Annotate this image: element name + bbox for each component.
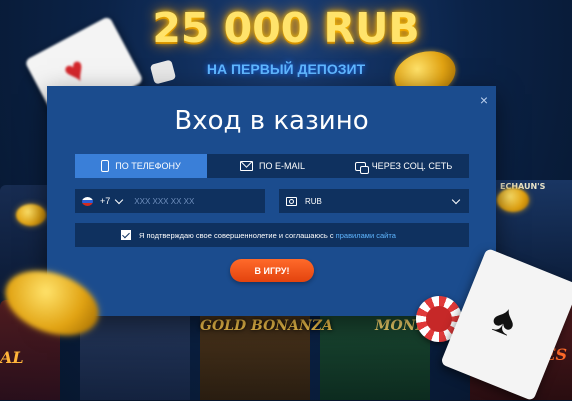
chevron-down-icon [451, 195, 461, 204]
login-modal: × Вход в казино ПО ТЕЛЕФОНУ ПО E-MAIL ЧЕ… [47, 86, 496, 316]
game-tile-title: AL [0, 348, 24, 367]
agreement-label: Я подтверждаю свое совершеннолетие и сог… [139, 230, 334, 240]
tab-email[interactable]: ПО E-MAIL [207, 154, 338, 178]
submit-button[interactable]: В ИГРУ! [230, 259, 314, 282]
chevron-down-icon[interactable] [115, 195, 124, 204]
form-row: +7 RUB [75, 189, 469, 213]
agreement-text: Я подтверждаю свое совершеннолетие и сог… [139, 231, 396, 240]
game-tile-title: GOLD BONANZA [200, 318, 333, 334]
tab-social[interactable]: ЧЕРЕЗ СОЦ. СЕТЬ [338, 154, 469, 178]
phone-icon [101, 160, 110, 172]
tab-label: ЧЕРЕЗ СОЦ. СЕТЬ [371, 161, 453, 171]
currency-icon [286, 196, 297, 206]
country-code[interactable]: +7 [100, 196, 110, 206]
currency-select[interactable]: RUB [279, 189, 469, 213]
currency-value: RUB [305, 196, 322, 206]
spade-icon: ♠ [485, 293, 524, 346]
tab-label: ПО ТЕЛЕФОНУ [115, 161, 181, 171]
rules-link[interactable]: правилами сайта [336, 231, 396, 240]
chat-icon [354, 161, 369, 174]
phone-input[interactable] [132, 195, 247, 207]
close-icon[interactable]: × [480, 93, 488, 107]
agreement-checkbox[interactable] [121, 230, 131, 240]
tab-label: ПО E-MAIL [259, 161, 305, 171]
checkmark-icon [122, 230, 130, 238]
phone-field: +7 [75, 189, 265, 213]
tab-phone[interactable]: ПО ТЕЛЕФОНУ [75, 154, 207, 178]
agreement-row: Я подтверждаю свое совершеннолетие и сог… [75, 223, 469, 247]
login-method-tabs: ПО ТЕЛЕФОНУ ПО E-MAIL ЧЕРЕЗ СОЦ. СЕТЬ [75, 154, 469, 178]
russia-flag-icon [82, 196, 93, 206]
mail-icon [240, 161, 253, 171]
coin-decoration [16, 204, 46, 226]
modal-title: Вход в казино [174, 106, 369, 136]
coin-decoration [497, 188, 529, 212]
